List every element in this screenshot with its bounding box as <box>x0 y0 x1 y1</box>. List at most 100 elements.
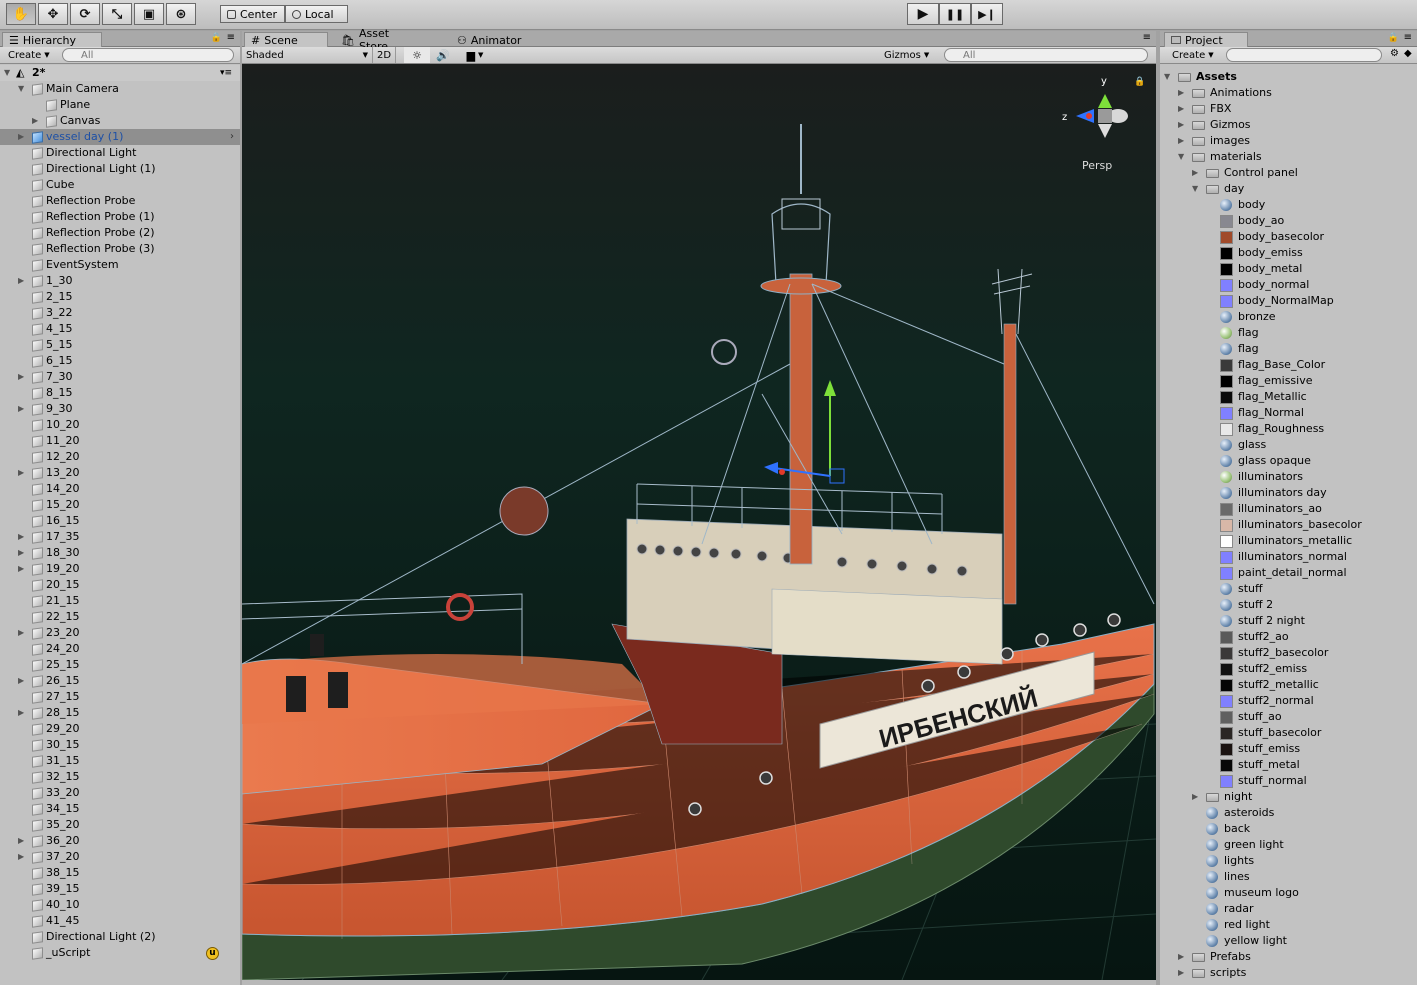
project-item[interactable]: body_normal <box>1160 277 1417 293</box>
chevron-right-icon[interactable]: ▶ <box>1178 117 1184 133</box>
project-item[interactable]: ▶ images <box>1160 133 1417 149</box>
chevron-right-icon[interactable]: ▶ <box>18 705 24 721</box>
chevron-down-icon[interactable]: ▼ <box>4 65 10 81</box>
chevron-right-icon[interactable]: ▶ <box>18 273 24 289</box>
hierarchy-item[interactable]: 22_15 <box>0 609 240 625</box>
project-item[interactable]: flag <box>1160 325 1417 341</box>
panel-menu-icon[interactable]: ≡ <box>1143 32 1151 43</box>
chevron-right-icon[interactable]: ▶ <box>18 545 24 561</box>
hierarchy-item[interactable]: Plane <box>0 97 240 113</box>
filter-label-icon[interactable]: ◆ <box>1404 48 1412 59</box>
hierarchy-item[interactable]: ▶ 37_20 <box>0 849 240 865</box>
hierarchy-item[interactable]: Directional Light (1) <box>0 161 240 177</box>
project-item[interactable]: glass <box>1160 437 1417 453</box>
project-item[interactable]: stuff_ao <box>1160 709 1417 725</box>
project-item[interactable]: flag_emissive <box>1160 373 1417 389</box>
pivot-space-toggle[interactable]: Local <box>285 5 348 23</box>
hierarchy-item[interactable]: ▶ 19_20 <box>0 561 240 577</box>
rect-tool-button[interactable]: ▣ <box>134 3 164 25</box>
lock-icon[interactable]: 🔒 <box>1134 76 1145 87</box>
hierarchy-item[interactable]: 5_15 <box>0 337 240 353</box>
project-item[interactable]: ▼ day <box>1160 181 1417 197</box>
panel-menu-icon[interactable]: ≡ <box>227 32 235 43</box>
hierarchy-item[interactable]: ▼ Main Camera <box>0 81 240 97</box>
chevron-right-icon[interactable]: ▶ <box>18 849 24 865</box>
hierarchy-item[interactable]: 41_45 <box>0 913 240 929</box>
project-item[interactable]: ▶ FBX <box>1160 101 1417 117</box>
gizmo-x-handle[interactable] <box>779 469 785 475</box>
project-item[interactable]: green light <box>1160 837 1417 853</box>
chevron-down-icon[interactable]: ▼ <box>1164 69 1170 85</box>
project-item[interactable]: illuminators_normal <box>1160 549 1417 565</box>
scale-tool-button[interactable]: ⤡ <box>102 3 132 25</box>
hierarchy-item[interactable]: 6_15 <box>0 353 240 369</box>
hierarchy-item[interactable]: 3_22 <box>0 305 240 321</box>
uscript-badge-icon[interactable]: u <box>206 947 219 960</box>
project-item[interactable]: ▼ Assets <box>1160 69 1417 85</box>
tab-animator[interactable]: ⚇ Animator <box>450 32 528 47</box>
hierarchy-item[interactable]: 16_15 <box>0 513 240 529</box>
project-item[interactable]: stuff2_metallic <box>1160 677 1417 693</box>
hierarchy-item[interactable]: 27_15 <box>0 689 240 705</box>
project-item[interactable]: museum logo <box>1160 885 1417 901</box>
hierarchy-create-button[interactable]: Create ▼ <box>4 48 54 62</box>
hierarchy-item[interactable]: 29_20 <box>0 721 240 737</box>
scene-viewport[interactable]: ИРБЕНСКИЙ y z Persp 🔒 <box>242 64 1156 980</box>
hierarchy-item[interactable]: ▶ Canvas <box>0 113 240 129</box>
project-item[interactable]: flag_Roughness <box>1160 421 1417 437</box>
hierarchy-item[interactable]: ▶ 26_15 <box>0 673 240 689</box>
hierarchy-item[interactable]: 35_20 <box>0 817 240 833</box>
chevron-right-icon[interactable]: ▶ <box>18 561 24 577</box>
hierarchy-item[interactable]: Reflection Probe (3) <box>0 241 240 257</box>
hierarchy-item[interactable]: 32_15 <box>0 769 240 785</box>
chevron-right-icon[interactable]: ▶ <box>18 673 24 689</box>
tab-hierarchy[interactable]: ☰ Hierarchy <box>2 32 102 47</box>
project-item[interactable]: ▶ Control panel <box>1160 165 1417 181</box>
project-item[interactable]: red light <box>1160 917 1417 933</box>
project-item[interactable]: illuminators day <box>1160 485 1417 501</box>
hierarchy-item[interactable]: 20_15 <box>0 577 240 593</box>
hierarchy-item[interactable]: 15_20 <box>0 497 240 513</box>
chevron-down-icon[interactable]: ▼ <box>1178 149 1184 165</box>
chevron-right-icon[interactable]: ▶ <box>18 129 24 145</box>
hand-tool-button[interactable]: ✋ <box>6 3 36 25</box>
chevron-right-icon[interactable]: ▶ <box>18 833 24 849</box>
project-item[interactable]: stuff_basecolor <box>1160 725 1417 741</box>
hierarchy-item[interactable]: 21_15 <box>0 593 240 609</box>
2d-mode-toggle[interactable]: 2D <box>372 47 396 63</box>
project-search-input[interactable] <box>1226 48 1382 62</box>
scene-effects-dropdown[interactable]: ▆ ▼ <box>460 47 490 63</box>
hierarchy-item[interactable]: 24_20 <box>0 641 240 657</box>
projection-label[interactable]: Persp <box>1082 159 1112 172</box>
hierarchy-item[interactable]: 2_15 <box>0 289 240 305</box>
pivot-mode-toggle[interactable]: Center <box>220 5 285 23</box>
project-item[interactable]: back <box>1160 821 1417 837</box>
project-item[interactable]: stuff2_ao <box>1160 629 1417 645</box>
shading-mode-dropdown[interactable]: Shaded ▼ <box>246 48 368 62</box>
tab-project[interactable]: Project <box>1164 32 1248 47</box>
project-item[interactable]: stuff2_normal <box>1160 693 1417 709</box>
scene-menu-icon[interactable]: ▾≡ <box>220 65 232 81</box>
scene-lighting-toggle[interactable]: ☼ <box>404 47 430 63</box>
hierarchy-item[interactable]: 38_15 <box>0 865 240 881</box>
project-item[interactable]: body_NormalMap <box>1160 293 1417 309</box>
hierarchy-item[interactable]: 39_15 <box>0 881 240 897</box>
move-tool-button[interactable]: ✥ <box>38 3 68 25</box>
project-item[interactable]: flag_Metallic <box>1160 389 1417 405</box>
project-item[interactable]: illuminators_metallic <box>1160 533 1417 549</box>
hierarchy-item[interactable]: Cube <box>0 177 240 193</box>
hierarchy-item[interactable]: 33_20 <box>0 785 240 801</box>
step-button[interactable]: ▶❙ <box>971 3 1003 25</box>
hierarchy-item[interactable]: 8_15 <box>0 385 240 401</box>
project-item[interactable]: ▶ Prefabs <box>1160 949 1417 965</box>
project-item[interactable]: illuminators_basecolor <box>1160 517 1417 533</box>
project-item[interactable]: flag_Normal <box>1160 405 1417 421</box>
hierarchy-item[interactable]: Reflection Probe (2) <box>0 225 240 241</box>
chevron-right-icon[interactable]: ▶ <box>18 401 24 417</box>
hierarchy-item[interactable]: EventSystem <box>0 257 240 273</box>
hierarchy-item[interactable]: ▶ 17_35 <box>0 529 240 545</box>
chevron-right-icon[interactable]: ▶ <box>1178 965 1184 981</box>
project-item[interactable]: ▶ Animations <box>1160 85 1417 101</box>
chevron-right-icon[interactable]: ▶ <box>1192 789 1198 805</box>
tab-scene[interactable]: # Scene <box>244 32 328 47</box>
